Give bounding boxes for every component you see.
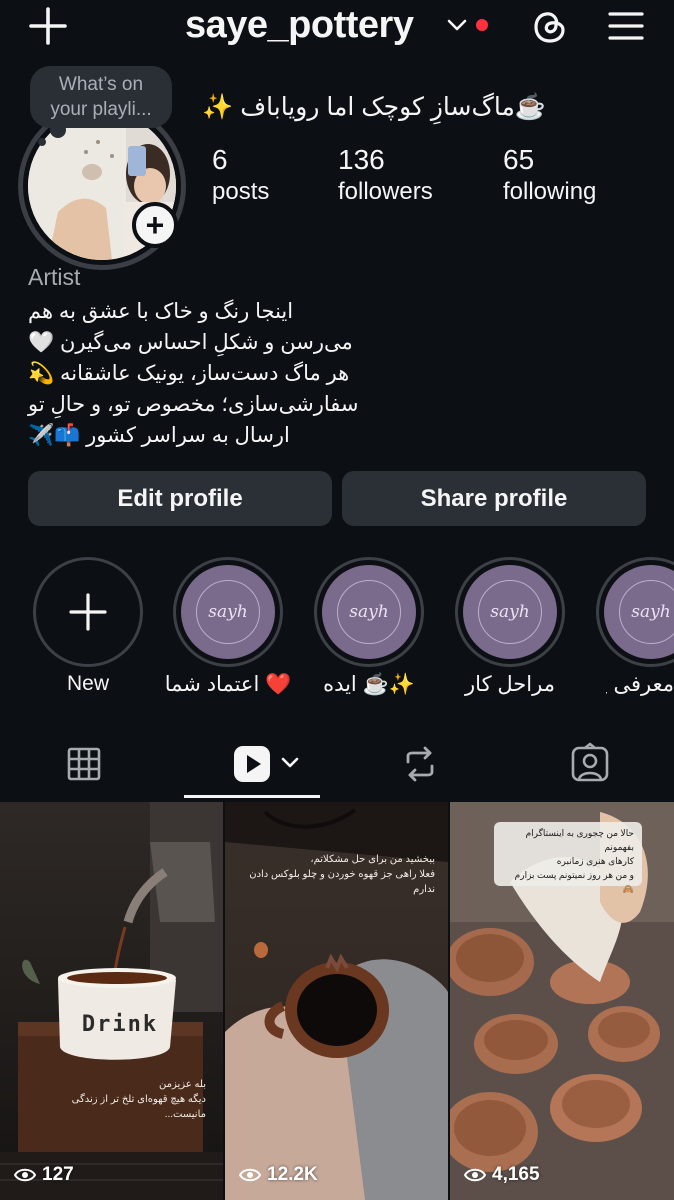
highlight-new[interactable] <box>33 557 143 667</box>
reel-view-count: 127 <box>14 1164 74 1186</box>
highlight-label: New <box>66 672 109 695</box>
stat-following[interactable]: 65 following <box>503 144 596 206</box>
view-count-value: 127 <box>42 1164 74 1185</box>
stat-following-label: following <box>503 178 597 205</box>
note-bubble-tail <box>50 122 66 138</box>
notification-dot <box>476 19 488 31</box>
reel-caption: ببخشید من برای حل مشکلاتم، فعلا راهی جز … <box>245 852 435 897</box>
stat-followers-label: followers <box>338 178 433 205</box>
highlight-label: معرفی پیج <box>606 673 674 696</box>
reel-caption-line: فعلا راهی جز قهوه خوردن و چلو بلوکس دادن… <box>249 869 435 895</box>
plus-icon <box>69 593 107 631</box>
share-profile-button[interactable]: Share profile <box>342 471 646 526</box>
profile-display-name: ☕️ماگ‌سازِ کوچک اما رویاباف ✨ <box>202 93 546 121</box>
view-count-value: 12.2K <box>267 1164 318 1185</box>
profile-category: Artist <box>28 264 81 290</box>
edit-profile-button[interactable]: Edit profile <box>28 471 332 526</box>
add-story-button[interactable]: + <box>132 202 178 248</box>
highlight-label-clipped: معرفی پیج <box>606 672 674 697</box>
note-bubble-tail-dot <box>38 138 46 146</box>
bio-line: می‌رسن و شکلِ احساس می‌گیرن 🤍 <box>28 331 353 354</box>
chevron-down-icon[interactable] <box>280 756 300 770</box>
reel-caption-line: و من هر روز نمیتونم پست بزارم 🙈 <box>514 870 634 894</box>
eye-icon <box>464 1168 486 1182</box>
reel-caption-line: دیگه هیچ قهوه‌ای تلخ تر از زندگی مانیست.… <box>71 1094 206 1120</box>
highlight-item[interactable]: sayh <box>455 557 565 667</box>
eye-icon <box>239 1168 261 1182</box>
tagged-icon[interactable] <box>568 742 612 786</box>
stat-following-value: 65 <box>503 144 535 175</box>
reels-icon[interactable] <box>230 742 274 786</box>
reel-caption-line: ببخشید من برای حل مشکلاتم، <box>310 854 435 865</box>
highlight-cover: sayh <box>181 565 275 659</box>
reel-tile[interactable]: حالا من چجوری به اینستاگرام بفهمونم کاره… <box>450 802 674 1200</box>
stat-posts-label: posts <box>212 178 270 205</box>
bio-line: ارسال به سراسر کشور 📫✈️ <box>28 424 290 447</box>
highlight-item[interactable]: sayh <box>173 557 283 667</box>
stat-posts[interactable]: 6 posts <box>212 144 269 206</box>
reel-caption: حالا من چجوری به اینستاگرام بفهمونم کاره… <box>494 822 642 894</box>
highlight-cover: sayh <box>463 565 557 659</box>
reel-caption: بله عزیزمن دیگه هیچ قهوه‌ای تلخ تر از زن… <box>56 1077 206 1122</box>
stat-followers-value: 136 <box>338 144 385 175</box>
bio-line: هر ماگ دست‌ساز، یونیک عاشقانه 💫 <box>28 362 350 385</box>
reel-caption-line: بله عزیزمن <box>159 1079 206 1090</box>
reel-thumbnail <box>0 802 223 1200</box>
grid-icon[interactable] <box>62 742 106 786</box>
highlight-item[interactable]: sayh <box>596 557 674 667</box>
view-count-value: 4,165 <box>492 1164 540 1185</box>
active-tab-indicator <box>184 795 320 798</box>
highlight-label: اعتماد شما ❤️ <box>164 673 292 696</box>
profile-bio: اینجا رنگ و خاک با عشق به هم می‌رسن و شک… <box>28 296 388 451</box>
highlight-cover: sayh <box>322 565 416 659</box>
reel-caption-line: حالا من چجوری به اینستاگرام بفهمونم <box>525 828 634 852</box>
reel-view-count: 12.2K <box>239 1164 318 1186</box>
reposts-icon[interactable] <box>398 742 442 786</box>
highlight-item-clipped[interactable]: sayh <box>596 557 674 672</box>
bio-line: اینجا رنگ و خاک با عشق به هم <box>28 300 294 323</box>
stat-posts-value: 6 <box>212 144 228 175</box>
reel-caption-line: کارهای هنری زمانبره <box>556 856 634 866</box>
hamburger-menu-icon[interactable] <box>606 8 646 44</box>
reel-tile[interactable]: ببخشید من برای حل مشکلاتم، فعلا راهی جز … <box>225 802 448 1200</box>
highlight-label: مراحل کار <box>465 673 555 696</box>
create-plus-icon[interactable] <box>28 6 68 46</box>
eye-icon <box>14 1168 36 1182</box>
reel-view-count: 4,165 <box>464 1164 540 1186</box>
mug-text: Drink <box>81 1012 159 1037</box>
reel-tile[interactable]: Drink بله عزیزمن دیگه هیچ قهوه‌ای تلخ تر… <box>0 802 223 1200</box>
highlight-cover: sayh <box>604 565 674 659</box>
stat-followers[interactable]: 136 followers <box>338 144 433 206</box>
highlight-label: ایده ☕️✨ <box>323 673 415 696</box>
username-title[interactable]: saye_pottery <box>185 4 414 47</box>
threads-icon[interactable] <box>530 6 570 46</box>
highlight-item[interactable]: sayh <box>314 557 424 667</box>
note-bubble[interactable]: What’s on your playli... <box>30 66 172 128</box>
chevron-down-icon[interactable] <box>446 18 468 32</box>
bio-line: سفارشی‌سازی؛ مخصوص تو، و حالِ تو <box>28 393 359 416</box>
